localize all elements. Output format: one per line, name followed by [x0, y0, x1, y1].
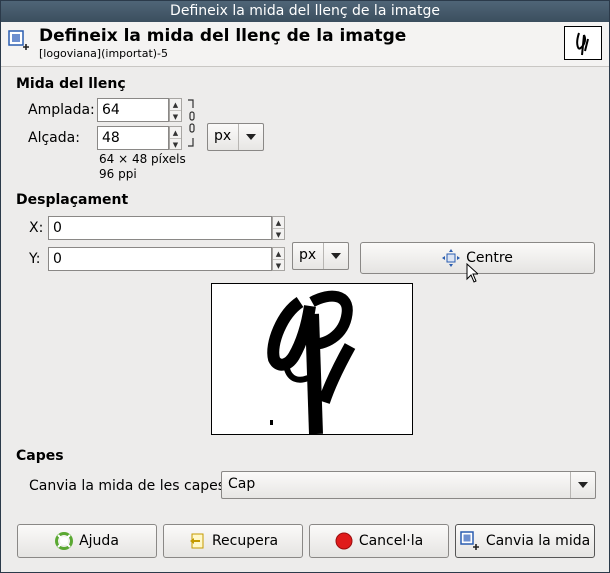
resize-button-label: Canvia la mida — [485, 533, 591, 549]
dropdown-arrow-icon[interactable] — [238, 124, 263, 150]
mouse-cursor-icon — [466, 263, 478, 283]
width-increment-button[interactable]: ▲ — [170, 99, 181, 111]
height-input[interactable] — [98, 127, 168, 149]
help-button-label: Ajuda — [79, 533, 119, 549]
canvas-unit-value: px — [214, 128, 232, 144]
width-spinner[interactable]: ▲ ▼ — [169, 98, 182, 122]
x-spinner[interactable]: ▲ ▼ — [272, 216, 285, 240]
offset-unit-value: px — [299, 247, 317, 263]
cancel-button-label: Cancel·la — [358, 533, 424, 549]
chain-link-icon[interactable] — [187, 98, 197, 150]
image-thumbnail — [564, 26, 602, 60]
height-spinner[interactable]: ▲ ▼ — [169, 126, 182, 150]
y-field[interactable] — [48, 247, 272, 271]
dropdown-arrow-icon[interactable] — [323, 243, 348, 269]
y-spinner[interactable]: ▲ ▼ — [272, 247, 285, 271]
height-label: Alçada: — [28, 130, 80, 146]
header-subtitle: [logoviana](importat)-5 — [39, 47, 169, 60]
resize-layers-label: Canvia la mida de les capes: — [29, 478, 230, 494]
width-input[interactable] — [98, 99, 168, 121]
y-decrement-button[interactable]: ▼ — [273, 260, 284, 271]
canvas-preview[interactable] — [211, 283, 413, 435]
resize-icon — [460, 531, 479, 550]
logo-preview-image — [267, 290, 356, 435]
offset-unit-select[interactable]: px — [292, 242, 349, 270]
reset-button[interactable]: Recupera — [163, 524, 303, 558]
y-increment-button[interactable]: ▲ — [273, 248, 284, 260]
width-field[interactable] — [97, 98, 169, 122]
window-title: Defineix la mida del llenç de la imatge — [170, 3, 440, 19]
y-label: Y: — [29, 251, 41, 267]
cancel-button[interactable]: Cancel·la — [309, 524, 449, 558]
height-field[interactable] — [97, 126, 169, 150]
center-icon — [442, 249, 461, 267]
width-label: Amplada: — [28, 102, 95, 118]
canvas-size-section-title: Mida del llenç — [16, 76, 126, 92]
canvas-size-icon — [8, 30, 29, 50]
window-titlebar[interactable]: Defineix la mida del llenç de la imatge — [1, 1, 609, 22]
resize-button[interactable]: Canvia la mida — [455, 524, 595, 558]
height-decrement-button[interactable]: ▼ — [170, 139, 181, 150]
x-input[interactable] — [49, 217, 271, 239]
height-increment-button[interactable]: ▲ — [170, 127, 181, 139]
ppi-info: 96 ppi — [99, 167, 137, 181]
x-increment-button[interactable]: ▲ — [273, 217, 284, 229]
help-button[interactable]: Ajuda — [17, 524, 157, 558]
x-decrement-button[interactable]: ▼ — [273, 229, 284, 240]
pixels-info: 64 × 48 píxels — [99, 152, 186, 166]
y-input[interactable] — [49, 248, 271, 270]
reset-icon — [189, 533, 204, 549]
dialog-header: Defineix la mida del llenç de la imatge … — [1, 22, 609, 67]
cancel-icon — [335, 532, 353, 550]
dialog-window: Defineix la mida del llenç de la imatge … — [0, 0, 610, 573]
reset-button-label: Recupera — [211, 533, 279, 549]
dropdown-arrow-icon[interactable] — [570, 472, 595, 498]
canvas-unit-select[interactable]: px — [207, 123, 264, 151]
resize-layers-value: Cap — [228, 476, 256, 492]
header-title: Defineix la mida del llenç de la imatge — [39, 26, 407, 46]
layers-section-title: Capes — [16, 448, 64, 464]
resize-layers-select[interactable]: Cap — [221, 471, 596, 499]
logo-thumbnail-icon — [576, 32, 589, 56]
x-field[interactable] — [48, 216, 272, 240]
x-label: X: — [29, 220, 44, 236]
help-icon — [55, 532, 74, 550]
width-decrement-button[interactable]: ▼ — [170, 111, 181, 122]
offset-section-title: Desplaçament — [16, 192, 129, 208]
